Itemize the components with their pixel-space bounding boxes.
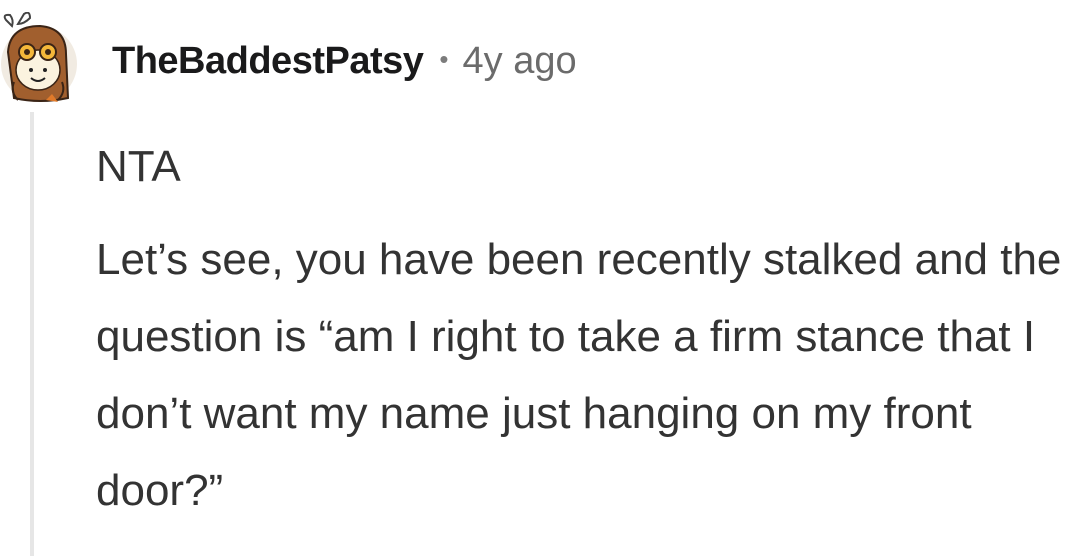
thread-line[interactable] xyxy=(30,112,34,556)
meta-separator: • xyxy=(439,43,449,74)
comment-paragraph: Let’s see, you have been recently stalke… xyxy=(96,235,1062,515)
comment-header: TheBaddestPatsy • 4y ago xyxy=(112,36,577,86)
user-avatar[interactable] xyxy=(0,11,78,104)
comment-body: NTA Let’s see, you have been recently st… xyxy=(96,128,1071,529)
owl-avatar-icon xyxy=(1,11,77,102)
comment-timestamp[interactable]: 4y ago xyxy=(463,40,577,83)
author-username[interactable]: TheBaddestPatsy xyxy=(112,40,424,83)
comment-verdict: NTA xyxy=(96,142,181,191)
